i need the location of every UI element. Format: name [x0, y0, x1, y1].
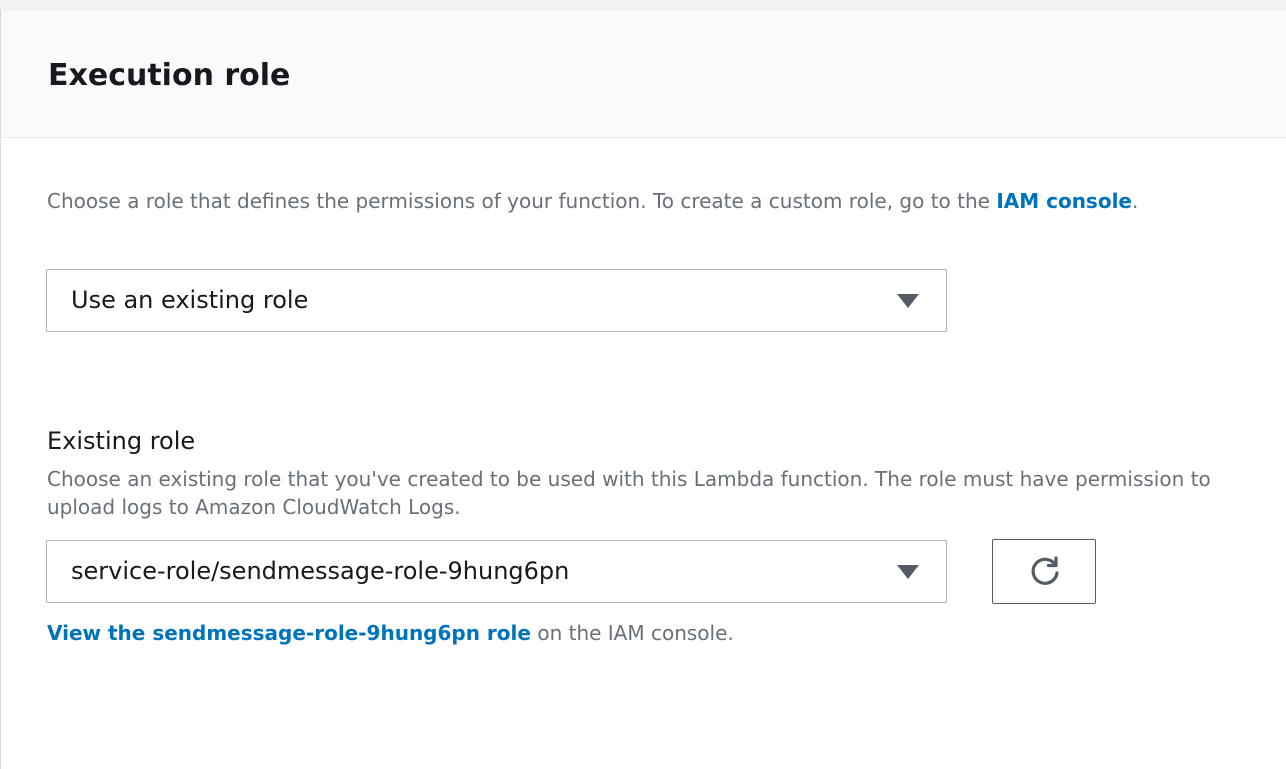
caret-down-icon [897, 294, 919, 308]
iam-console-link[interactable]: IAM console [996, 189, 1132, 213]
panel-header: Execution role [1, 10, 1286, 138]
view-role-line: View the sendmessage-role-9hung6pn role … [47, 619, 734, 647]
existing-role-description: Choose an existing role that you've crea… [47, 467, 1211, 519]
role-description-suffix: . [1132, 189, 1139, 213]
existing-role-select[interactable]: service-role/sendmessage-role-9hung6pn [46, 540, 947, 603]
existing-role-label: Existing role [47, 427, 196, 455]
refresh-icon [1031, 556, 1059, 585]
existing-role-selected-value: service-role/sendmessage-role-9hung6pn [71, 557, 570, 585]
caret-down-icon [897, 565, 919, 579]
execution-role-panel: Execution role [0, 9, 1286, 769]
panel-title: Execution role [48, 58, 291, 93]
role-description-text: Choose a role that defines the permissio… [47, 189, 997, 213]
role-type-selected-value: Use an existing role [71, 286, 309, 314]
view-role-link[interactable]: View the sendmessage-role-9hung6pn role [47, 621, 531, 645]
view-role-suffix: on the IAM console. [530, 621, 734, 645]
role-description: Choose a role that defines the permissio… [47, 187, 1247, 215]
role-type-select[interactable]: Use an existing role [46, 269, 947, 332]
refresh-roles-button[interactable] [992, 539, 1096, 604]
